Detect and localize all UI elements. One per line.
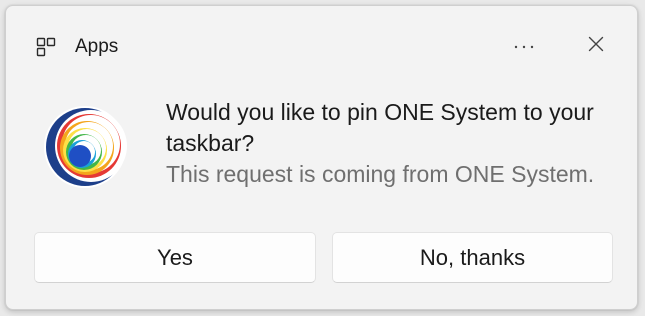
more-options-button[interactable] xyxy=(504,28,544,64)
yes-button[interactable]: Yes xyxy=(34,232,316,283)
close-icon xyxy=(588,36,604,57)
one-system-logo xyxy=(42,104,128,190)
apps-grid-icon xyxy=(36,37,56,57)
pin-to-taskbar-dialog: Apps Would you like to pin ONE System to… xyxy=(5,5,638,310)
pin-question: Would you like to pin ONE System to your… xyxy=(166,99,594,156)
no-thanks-button[interactable]: No, thanks xyxy=(332,232,613,283)
more-options-icon xyxy=(513,37,535,55)
dialog-header: Apps xyxy=(6,6,637,86)
request-source-text: This request is coming from ONE System. xyxy=(166,161,595,187)
close-button[interactable] xyxy=(576,28,616,64)
header-title: Apps xyxy=(75,36,119,57)
message-block: Would you like to pin ONE System to your… xyxy=(166,97,626,190)
